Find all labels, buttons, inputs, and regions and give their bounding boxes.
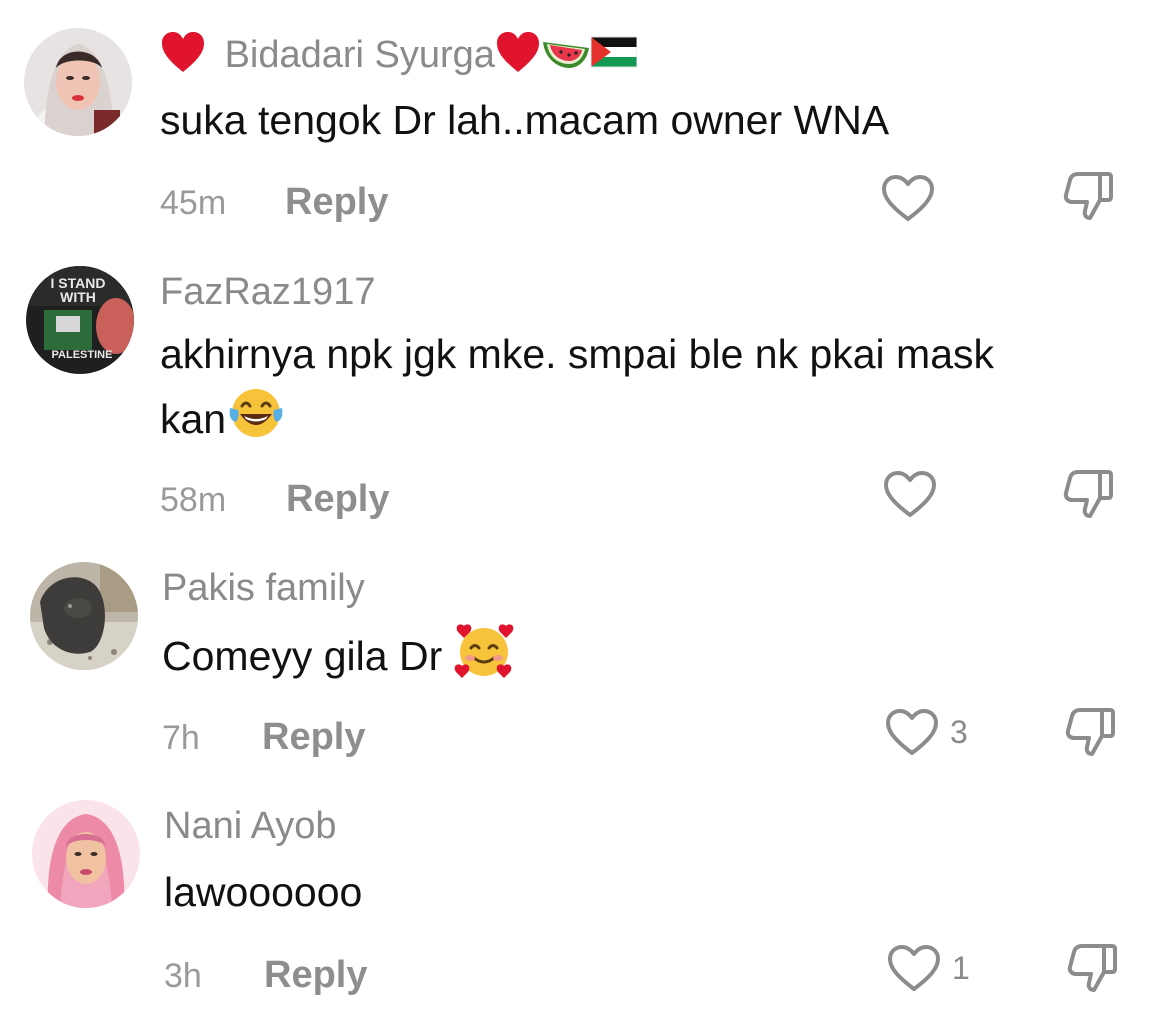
avatar[interactable] bbox=[30, 562, 138, 670]
comment-time: 58m bbox=[160, 481, 227, 519]
reply-button[interactable]: Reply bbox=[286, 477, 389, 521]
heart-outline-icon bbox=[886, 709, 938, 755]
like-button[interactable] bbox=[880, 174, 936, 224]
avatar[interactable] bbox=[24, 28, 132, 136]
username[interactable]: Bidadari Syurga bbox=[160, 30, 638, 84]
reply-button[interactable]: Reply bbox=[264, 953, 367, 997]
thumbs-down-icon bbox=[1065, 708, 1115, 756]
smiling-face-with-hearts-icon bbox=[454, 622, 514, 696]
username[interactable]: FazRaz1917 bbox=[160, 270, 375, 314]
comment-time: 45m bbox=[160, 184, 227, 222]
reply-button[interactable]: Reply bbox=[285, 180, 388, 224]
comment-text-line-1: akhirnya npk jgk mke. smpai ble nk pkai … bbox=[160, 331, 995, 377]
heart-outline-icon bbox=[884, 471, 936, 517]
comment-item: I STAND WITH PALESTINE FazRaz1917 akhirn… bbox=[0, 250, 1158, 550]
svg-text:WITH: WITH bbox=[60, 289, 96, 305]
like-button[interactable] bbox=[886, 944, 942, 994]
svg-text:PALESTINE: PALESTINE bbox=[52, 349, 113, 361]
username-text: Bidadari Syurga bbox=[224, 34, 495, 77]
comment-time: 7h bbox=[162, 719, 200, 757]
comment-item: Nani Ayob lawoooooo 3h Reply 1 bbox=[0, 790, 1158, 1030]
comment-text: Comeyy gila Dr bbox=[162, 622, 514, 696]
avatar[interactable]: I STAND WITH PALESTINE bbox=[26, 266, 134, 374]
heart-outline-icon bbox=[888, 945, 940, 991]
like-count: 3 bbox=[950, 714, 968, 750]
dislike-button[interactable] bbox=[1062, 704, 1118, 760]
avatar[interactable] bbox=[32, 800, 140, 908]
reply-button[interactable]: Reply bbox=[262, 715, 365, 759]
dislike-button[interactable] bbox=[1060, 168, 1116, 224]
comment-text-line-2: kan bbox=[160, 386, 286, 458]
dislike-button[interactable] bbox=[1060, 466, 1116, 522]
heart-outline-icon bbox=[882, 175, 934, 221]
dislike-button[interactable] bbox=[1064, 940, 1120, 996]
red-heart-icon bbox=[160, 30, 206, 84]
comment-text: suka tengok Dr lah..macam owner WNA bbox=[160, 97, 890, 143]
comment-text-fragment: kan bbox=[160, 395, 227, 442]
red-heart-icon bbox=[495, 30, 541, 84]
watermelon-icon bbox=[541, 34, 591, 80]
username[interactable]: Pakis family bbox=[162, 566, 365, 610]
comment-text: lawoooooo bbox=[164, 869, 363, 915]
thumbs-down-icon bbox=[1063, 172, 1113, 220]
like-count: 1 bbox=[952, 950, 970, 986]
thumbs-down-icon bbox=[1063, 470, 1113, 518]
thumbs-down-icon bbox=[1067, 944, 1117, 992]
comment-item: Pakis family Comeyy gila Dr 7h Reply 3 bbox=[0, 550, 1158, 790]
comment-text-fragment: Comeyy gila Dr bbox=[162, 632, 454, 679]
like-button[interactable] bbox=[884, 708, 940, 758]
face-with-tears-of-joy-icon bbox=[226, 386, 286, 458]
comment-time: 3h bbox=[164, 957, 202, 995]
comment-item: Bidadari Syurga suka tengok Dr lah..maca… bbox=[0, 0, 1158, 250]
username[interactable]: Nani Ayob bbox=[164, 804, 337, 848]
palestine-flag-icon bbox=[590, 35, 638, 79]
like-button[interactable] bbox=[882, 470, 938, 520]
